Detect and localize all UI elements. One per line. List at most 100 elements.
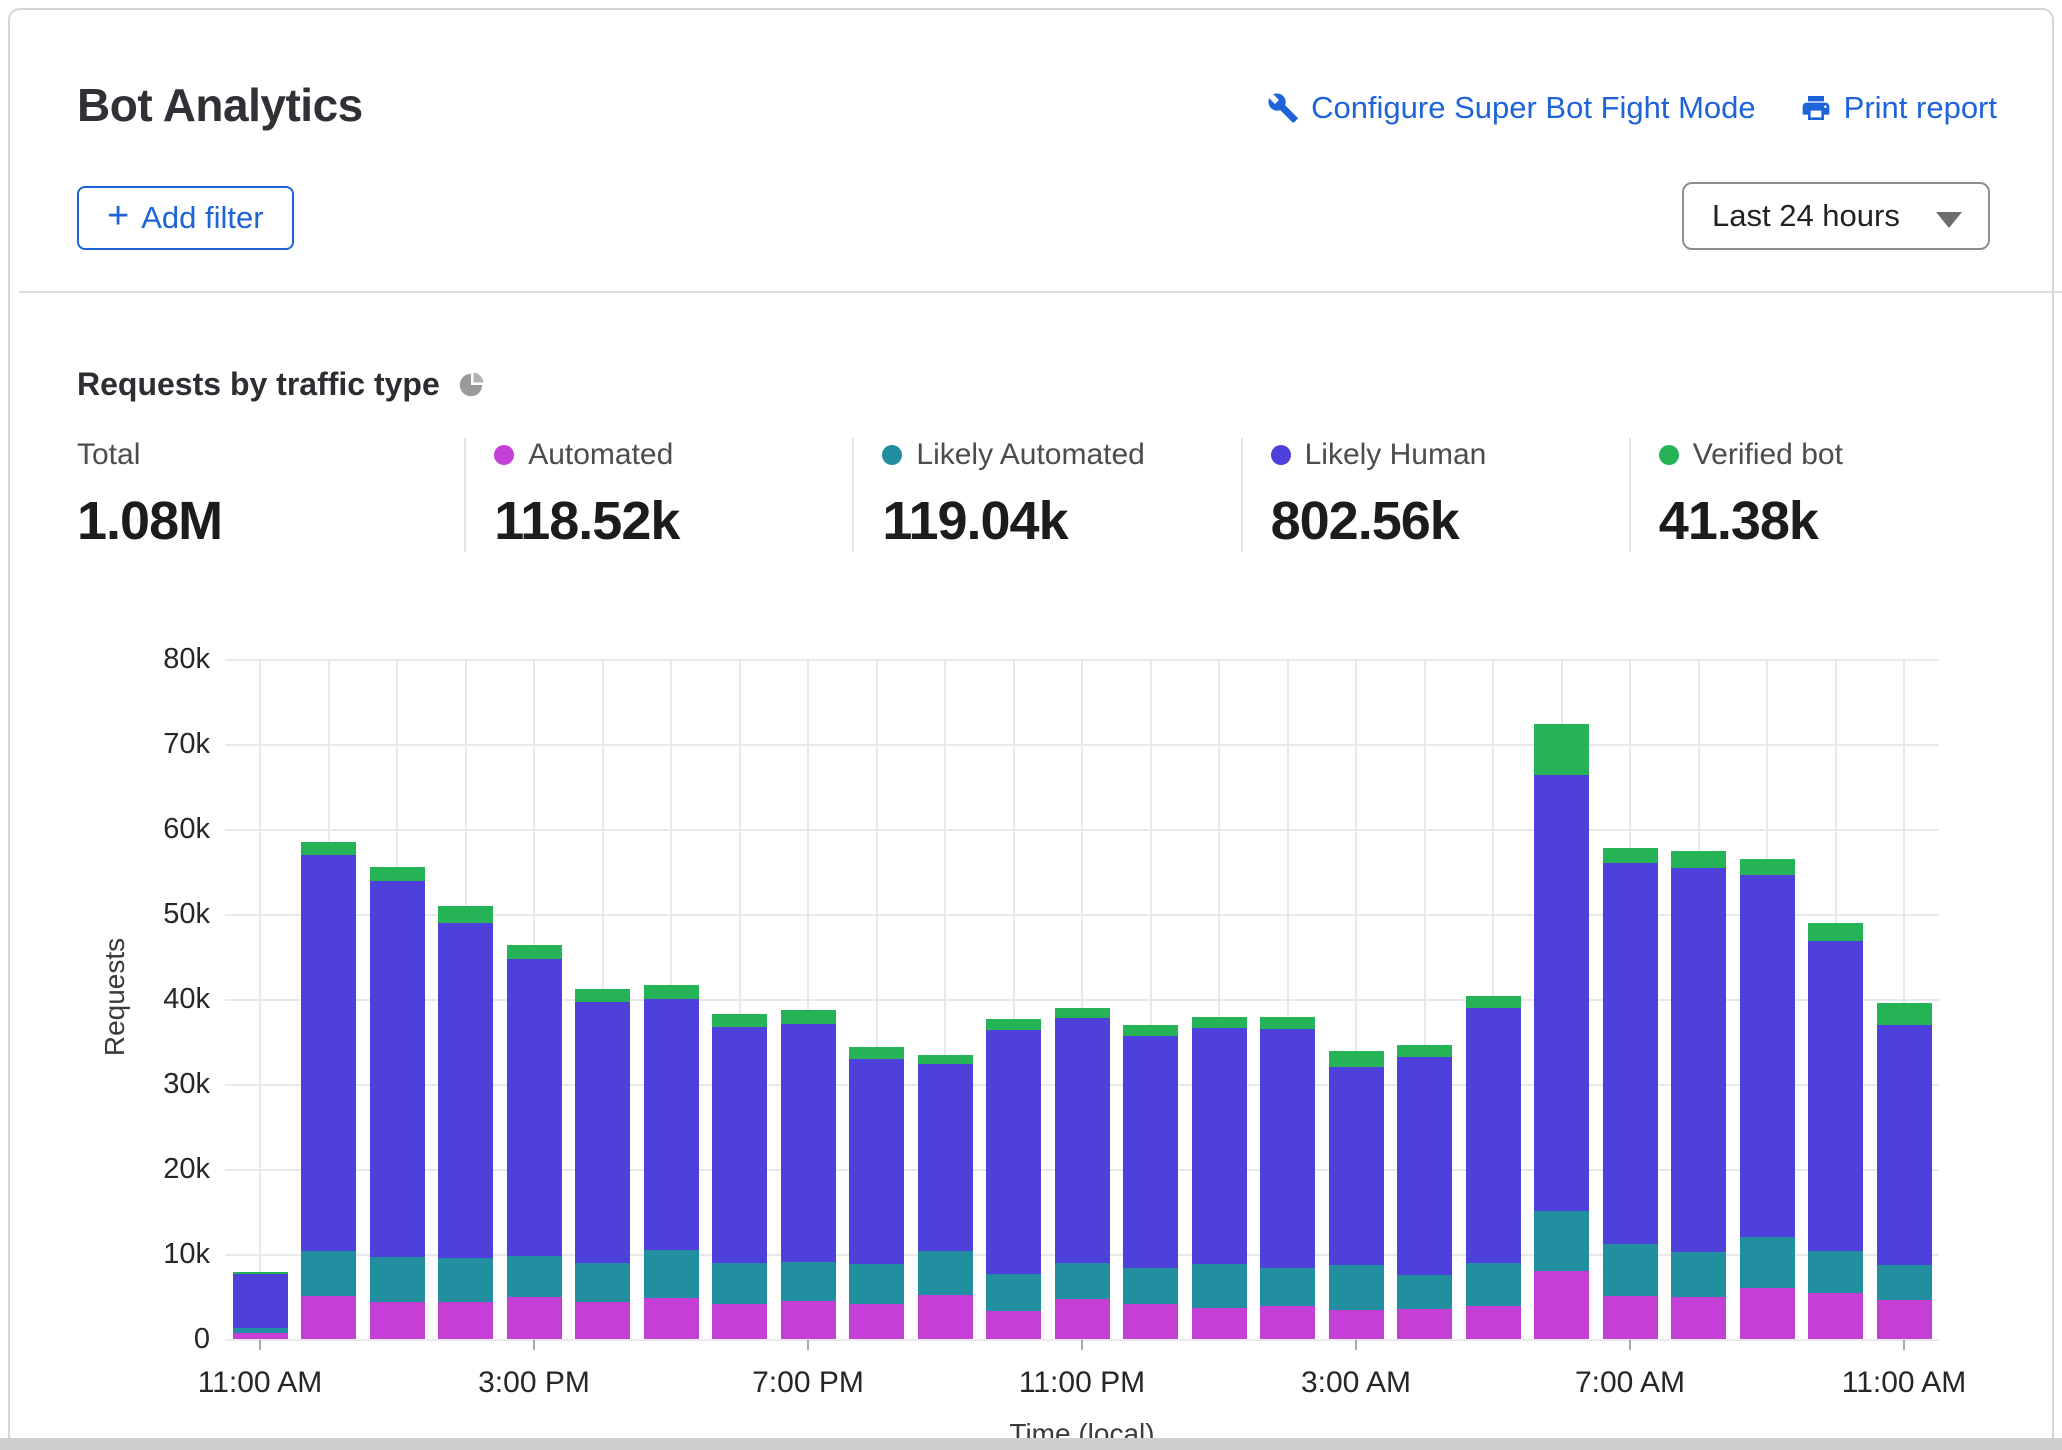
bar-segment-automated bbox=[1671, 1297, 1726, 1339]
bar-segment-likely-human bbox=[1192, 1028, 1247, 1264]
bar-stack[interactable] bbox=[370, 867, 425, 1339]
bar-segment-likely-human bbox=[1671, 868, 1726, 1252]
time-range-select[interactable]: Last 24 hours bbox=[1682, 182, 1990, 250]
bar-segment-automated bbox=[644, 1298, 699, 1339]
bar-stack[interactable] bbox=[781, 1010, 836, 1339]
page-title: Bot Analytics bbox=[77, 78, 363, 132]
add-filter-button[interactable]: + Add filter bbox=[77, 186, 294, 250]
bar-segment-verified-bot bbox=[575, 989, 630, 1002]
bar-stack[interactable] bbox=[1671, 851, 1726, 1339]
bar-stack[interactable] bbox=[1603, 848, 1658, 1339]
bar-stack[interactable] bbox=[986, 1019, 1041, 1339]
bar-segment-likely-automated bbox=[1055, 1263, 1110, 1299]
bot-analytics-card: Bot Analytics Configure Super Bot Fight … bbox=[8, 8, 2054, 1450]
bar-segment-automated bbox=[918, 1295, 973, 1339]
bar-stack[interactable] bbox=[1055, 1008, 1110, 1340]
bar-segment-likely-automated bbox=[1466, 1263, 1521, 1306]
bar-segment-verified-bot bbox=[1534, 724, 1589, 774]
stat-verified-bot-value: 41.38k bbox=[1659, 490, 1997, 552]
y-axis-tick-label: 60k bbox=[90, 813, 210, 846]
bar-segment-likely-human bbox=[1260, 1029, 1315, 1268]
y-gridline bbox=[225, 1339, 1939, 1341]
stat-verified-bot: Verified bot 41.38k bbox=[1629, 438, 2017, 552]
bar-stack[interactable] bbox=[849, 1047, 904, 1339]
chevron-down-icon bbox=[1936, 212, 1962, 228]
bar-segment-likely-automated bbox=[1534, 1211, 1589, 1271]
wrench-icon bbox=[1267, 92, 1299, 124]
stat-likely-automated-value: 119.04k bbox=[882, 490, 1220, 552]
print-report-link[interactable]: Print report bbox=[1800, 90, 1997, 126]
stat-likely-automated: Likely Automated 119.04k bbox=[852, 438, 1240, 552]
bar-segment-likely-automated bbox=[370, 1257, 425, 1302]
bar-segment-automated bbox=[1877, 1300, 1932, 1339]
bar-stack[interactable] bbox=[1466, 996, 1521, 1339]
bar-segment-verified-bot bbox=[1877, 1003, 1932, 1025]
bar-segment-likely-human bbox=[712, 1027, 767, 1263]
bar-segment-automated bbox=[781, 1301, 836, 1339]
bar-segment-likely-automated bbox=[1397, 1275, 1452, 1309]
bar-segment-likely-automated bbox=[1329, 1265, 1384, 1310]
bar-segment-likely-human bbox=[1808, 941, 1863, 1250]
bar-segment-verified-bot bbox=[1260, 1017, 1315, 1029]
bar-stack[interactable] bbox=[507, 945, 562, 1339]
bar-stack[interactable] bbox=[438, 906, 493, 1340]
bar-segment-likely-human bbox=[233, 1274, 288, 1328]
bar-segment-verified-bot bbox=[1603, 848, 1658, 863]
bar-stack[interactable] bbox=[301, 842, 356, 1339]
bar-stack[interactable] bbox=[1123, 1025, 1178, 1340]
bar-stack[interactable] bbox=[644, 985, 699, 1339]
bar-stack[interactable] bbox=[1260, 1017, 1315, 1339]
bar-segment-automated bbox=[1808, 1293, 1863, 1339]
bar-stack[interactable] bbox=[1808, 923, 1863, 1339]
bar-segment-verified-bot bbox=[918, 1055, 973, 1064]
time-range-value: Last 24 hours bbox=[1712, 198, 1900, 234]
bar-stack[interactable] bbox=[1740, 859, 1795, 1339]
verified-bot-legend-dot bbox=[1659, 445, 1679, 465]
bar-segment-likely-automated bbox=[301, 1251, 356, 1296]
bar-stack[interactable] bbox=[1534, 724, 1589, 1339]
bar-segment-likely-automated bbox=[507, 1256, 562, 1298]
section-title: Requests by traffic type bbox=[77, 366, 440, 403]
stat-likely-automated-label: Likely Automated bbox=[916, 438, 1144, 472]
bar-segment-likely-human bbox=[644, 999, 699, 1250]
bar-segment-automated bbox=[1192, 1308, 1247, 1339]
bar-segment-automated bbox=[1534, 1271, 1589, 1339]
bar-stack[interactable] bbox=[1192, 1017, 1247, 1339]
stat-total-value: 1.08M bbox=[77, 490, 444, 552]
bar-segment-likely-automated bbox=[1260, 1268, 1315, 1306]
configure-super-bot-fight-mode-link[interactable]: Configure Super Bot Fight Mode bbox=[1267, 90, 1756, 126]
horizontal-scrollbar[interactable] bbox=[0, 1438, 2062, 1450]
bar-segment-likely-automated bbox=[781, 1262, 836, 1300]
bar-stack[interactable] bbox=[1397, 1045, 1452, 1339]
print-link-label: Print report bbox=[1844, 90, 1997, 126]
bar-stack[interactable] bbox=[712, 1014, 767, 1339]
y-axis-tick-label: 20k bbox=[90, 1153, 210, 1186]
header-divider bbox=[19, 291, 2062, 293]
x-axis-tick bbox=[1355, 1340, 1357, 1350]
bar-segment-likely-human bbox=[986, 1030, 1041, 1274]
pie-chart-icon bbox=[456, 370, 486, 400]
bar-stack[interactable] bbox=[575, 989, 630, 1339]
bar-stack[interactable] bbox=[1329, 1051, 1384, 1339]
x-axis-tick bbox=[259, 1340, 261, 1350]
bar-segment-likely-automated bbox=[1740, 1237, 1795, 1288]
x-gridline bbox=[259, 659, 261, 1339]
stat-likely-human: Likely Human 802.56k bbox=[1241, 438, 1629, 552]
bar-segment-automated bbox=[712, 1304, 767, 1339]
x-axis-tick-label: 7:00 PM bbox=[688, 1366, 928, 1400]
add-filter-label: Add filter bbox=[141, 200, 263, 236]
bar-stack[interactable] bbox=[1877, 1003, 1932, 1339]
y-gridline bbox=[225, 829, 1939, 831]
bar-segment-likely-human bbox=[1123, 1036, 1178, 1268]
plus-icon: + bbox=[107, 197, 129, 235]
y-axis-title: Requests bbox=[99, 897, 131, 1097]
bar-stack[interactable] bbox=[918, 1055, 973, 1339]
configure-link-label: Configure Super Bot Fight Mode bbox=[1311, 90, 1756, 126]
y-axis-tick-label: 50k bbox=[90, 898, 210, 931]
x-axis-tick bbox=[533, 1340, 535, 1350]
bar-segment-automated bbox=[233, 1333, 288, 1339]
bar-segment-verified-bot bbox=[1192, 1017, 1247, 1028]
bar-segment-likely-automated bbox=[644, 1250, 699, 1298]
bar-stack[interactable] bbox=[233, 1272, 288, 1339]
bar-segment-likely-human bbox=[575, 1002, 630, 1264]
